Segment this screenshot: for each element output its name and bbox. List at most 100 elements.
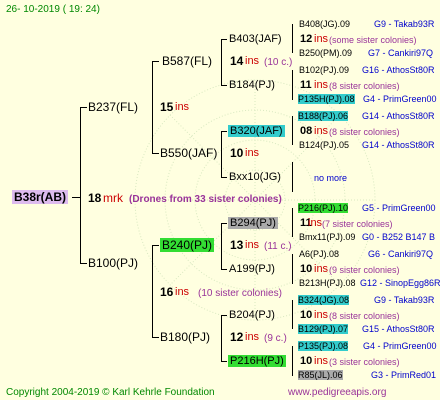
g3-type: ins	[314, 263, 329, 275]
root-gen: 18	[88, 191, 102, 205]
connector	[221, 131, 222, 178]
connector	[152, 61, 159, 62]
g4-lineage: G6 - Cankiri97Q	[368, 249, 434, 259]
g3-type: ins	[314, 33, 329, 45]
g4-lineage: G4 - PrimGreen00	[363, 94, 437, 104]
connector	[221, 39, 222, 86]
g3-node[interactable]: B204(PJ)	[229, 309, 275, 322]
g4-id: B129(PJ).07	[298, 324, 349, 334]
connector	[80, 107, 81, 264]
connector	[221, 315, 222, 362]
root-id: B38r(AB)	[12, 190, 69, 204]
g4-node[interactable]: P135(PJ).08	[298, 340, 349, 353]
connector	[152, 153, 159, 154]
g4-node[interactable]: B188(PJ).06	[298, 110, 349, 123]
g4-node[interactable]: R85(JL).06	[298, 369, 343, 382]
g4-id: P135(PJ).08	[298, 341, 349, 351]
g4-lineage: G5 - PrimGreen00	[362, 203, 436, 213]
g3-node[interactable]: A199(PJ)	[229, 263, 275, 276]
g3-node[interactable]: B294(PJ)	[228, 217, 278, 230]
g4-id: P216(PJ).10	[298, 203, 349, 213]
connector	[292, 24, 293, 53]
g4-node[interactable]: B324(JG).08	[298, 294, 350, 307]
connector	[152, 61, 153, 154]
connector	[221, 39, 227, 40]
g2-node[interactable]: B550(JAF)	[160, 147, 217, 160]
g3-type: ins	[314, 79, 329, 91]
g4-id: R85(JL).06	[298, 370, 343, 380]
g4-lineage: G9 - Takab93R	[374, 19, 435, 29]
g2-node[interactable]: B587(FL)	[162, 55, 212, 68]
g3-node[interactable]: B403(JAF)	[229, 33, 282, 46]
g3-node[interactable]: B320(JAF)	[228, 125, 285, 138]
g3-note: (8 sister colonies)	[329, 311, 400, 321]
g3-note: (3 sister colonies)	[329, 357, 400, 367]
g1-gen: 16	[160, 285, 174, 299]
root-type: mrk	[103, 191, 123, 205]
connector	[221, 269, 227, 270]
g4-id: P135H(PJ).08	[298, 94, 355, 104]
connector	[292, 116, 293, 145]
g1-note: (10 sister colonies)	[198, 288, 282, 299]
g3-node[interactable]: Bxx10(JG)	[229, 171, 281, 184]
g3-id: B320(JAF)	[228, 125, 285, 137]
g4-node[interactable]: B129(PJ).07	[298, 323, 349, 336]
g4-node[interactable]: A6(PJ).08	[299, 248, 339, 261]
g4-lineage: G12 - SinopEgg86R	[360, 278, 440, 288]
g1-node[interactable]: B100(PJ)	[88, 257, 138, 270]
g2-gen: 14	[230, 54, 244, 68]
g2-gen: 13	[230, 238, 244, 252]
root-node[interactable]: B38r(AB)	[12, 190, 69, 204]
g4-node[interactable]: B250(PM).09	[299, 47, 352, 60]
connector	[292, 162, 293, 192]
g4-id: B188(PJ).06	[298, 111, 349, 121]
g4-lineage: G0 - B252 B147 B	[362, 232, 436, 242]
g3-note: (9 sister colonies)	[329, 265, 400, 275]
g4-lineage: G4 - PrimGreen00	[363, 341, 437, 351]
connector	[292, 346, 293, 376]
g2-note: (9 c.)	[264, 333, 287, 344]
g4-lineage: G3 - PrimRed01	[371, 370, 437, 380]
connector	[221, 85, 227, 86]
g4-node[interactable]: P135H(PJ).08	[298, 93, 355, 106]
g3-gen: 08	[300, 125, 313, 137]
g4-node[interactable]: B408(JG).09	[299, 18, 350, 31]
g2-type: ins	[245, 55, 260, 67]
g2-node[interactable]: B180(PJ)	[160, 331, 210, 344]
g2-note: (11 c.)	[264, 241, 292, 252]
g4-lineage: G7 - Cankiri97Q	[368, 48, 434, 58]
connector	[221, 361, 227, 362]
g4-node[interactable]: Bmx11(PJ).09	[299, 231, 355, 244]
g2-node[interactable]: B240(PJ)	[160, 238, 215, 252]
g3-gen: 10	[300, 309, 313, 321]
g3-note: (8 sister colonies)	[329, 81, 400, 91]
connector	[292, 70, 293, 100]
connector	[221, 177, 227, 178]
connector	[152, 337, 159, 338]
root-note: (Drones from 33 sister colonies)	[129, 194, 282, 205]
g4-node[interactable]: B124(PJ).05	[299, 139, 349, 152]
connector	[221, 223, 227, 224]
g3-gen: 10	[300, 263, 313, 275]
g3-node[interactable]: P216H(PJ)	[228, 355, 286, 368]
g3-type: ins	[314, 355, 329, 367]
g4-lineage: G14 - AthosSt80R	[362, 111, 435, 121]
footer-copyright: Copyright 2004-2019 © Karl Kehrle Founda…	[6, 387, 215, 398]
g4-node[interactable]: P216(PJ).10	[298, 202, 349, 215]
connector	[152, 245, 153, 338]
g3-gen: 12	[300, 33, 313, 45]
g3-node[interactable]: B184(PJ)	[229, 79, 275, 92]
footer-site[interactable]: www.pedigreeapis.org	[288, 386, 386, 399]
g2-note: (10 c.)	[264, 57, 293, 68]
g4-lineage: G15 - AthosSt80R	[362, 324, 435, 334]
g1-node[interactable]: B237(FL)	[88, 101, 138, 114]
g2-type: ins	[245, 239, 260, 251]
g4-lineage: G14 - AthosSt80R	[362, 140, 435, 150]
g4-node[interactable]: B102(PJ).09	[299, 64, 349, 77]
g3-id: P216H(PJ)	[228, 355, 286, 367]
g1-type: ins	[175, 101, 190, 113]
g4-node[interactable]: B213H(PJ).08	[299, 277, 356, 290]
g4-lineage: G16 - AthosSt80R	[362, 65, 435, 75]
g3-note: (some sister colonies)	[329, 35, 417, 45]
g3-type: ins	[314, 309, 329, 321]
